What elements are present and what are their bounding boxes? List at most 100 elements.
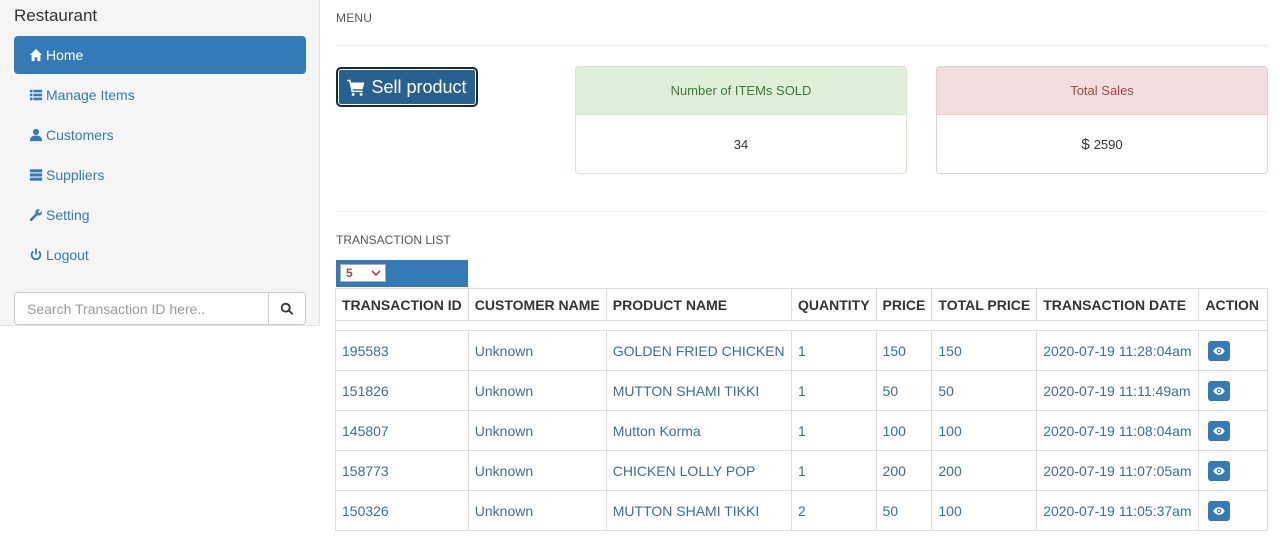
table-spacer-row — [335, 320, 1268, 331]
sidebar-item-customers[interactable]: Customers — [14, 116, 306, 154]
table-toolbar: 5 — [336, 260, 468, 287]
customer-name-cell: Unknown — [467, 450, 607, 491]
total-sales-value: 2590 — [1093, 136, 1123, 152]
total-sales-panel: Total Sales $ 2590 — [936, 66, 1268, 174]
eye-icon — [1213, 346, 1225, 355]
transaction-list-title: TRANSACTION LIST — [336, 233, 451, 247]
action-cell — [1198, 410, 1268, 451]
total-price-cell: 100 — [931, 410, 1038, 451]
items-sold-heading: Number of ITEMs SOLD — [576, 67, 906, 115]
table-row: 151826 Unknown MUTTON SHAMI TIKKI 1 50 50 2020… — [335, 370, 1268, 411]
view-transaction-button[interactable] — [1208, 460, 1231, 481]
sell-product-label: Sell product — [371, 76, 467, 97]
price-cell: 100 — [875, 410, 933, 451]
column-header: ACTION — [1198, 288, 1268, 321]
page-size-select[interactable]: 5 — [340, 264, 386, 282]
table-header-row: TRANSACTION ID CUSTOMER NAME PRODUCT NAM… — [335, 288, 1268, 321]
sidebar-item-setting[interactable]: Setting — [14, 196, 306, 234]
quantity-cell: 1 — [790, 410, 877, 451]
divider — [336, 45, 1268, 46]
transaction-table: TRANSACTION ID CUSTOMER NAME PRODUCT NAM… — [335, 288, 1268, 531]
transaction-id-cell[interactable]: 151826 — [335, 370, 469, 411]
transaction-date-cell: 2020-07-19 11:11:49am — [1036, 370, 1200, 411]
action-cell — [1198, 330, 1268, 371]
eye-icon — [1213, 466, 1225, 475]
items-sold-value: 34 — [733, 136, 749, 152]
search-group — [14, 292, 306, 325]
column-header: TRANSACTION ID — [335, 288, 469, 321]
power-icon — [29, 248, 43, 262]
action-cell — [1198, 370, 1268, 411]
eye-icon — [1213, 426, 1225, 435]
product-name-cell: GOLDEN FRIED CHICKEN — [605, 330, 792, 371]
divider — [336, 211, 1268, 212]
sidebar-item-label: Manage Items — [46, 87, 135, 103]
total-sales-body: $ 2590 — [937, 115, 1267, 173]
total-price-cell: 200 — [931, 450, 1038, 491]
transaction-id-cell[interactable]: 195583 — [335, 330, 469, 371]
brand-title: Restaurant — [14, 6, 98, 25]
sidebar-item-label: Logout — [46, 247, 89, 263]
search-button[interactable] — [268, 292, 306, 325]
sidebar-nav: Home Manage Items Customers Suppliers Se… — [14, 36, 306, 276]
price-cell: 50 — [875, 370, 933, 411]
transaction-id-cell[interactable]: 158773 — [335, 450, 469, 491]
transaction-date-cell: 2020-07-19 11:07:05am — [1036, 450, 1200, 491]
view-transaction-button[interactable] — [1208, 340, 1231, 361]
price-cell: 200 — [875, 450, 933, 491]
table-row: 158773 Unknown CHICKEN LOLLY POP 1 200 200 202… — [335, 450, 1268, 491]
sidebar-item-suppliers[interactable]: Suppliers — [14, 156, 306, 194]
column-header: PRICE — [875, 288, 933, 321]
sidebar-item-label: Setting — [46, 207, 90, 223]
quantity-cell: 1 — [790, 450, 877, 491]
transaction-id-cell[interactable]: 150326 — [335, 490, 469, 531]
column-header: QUANTITY — [790, 288, 877, 321]
sidebar-item-label: Customers — [46, 127, 114, 143]
table-row: 150326 Unknown MUTTON SHAMI TIKKI 2 50 100 202… — [335, 490, 1268, 531]
cart-icon — [347, 78, 365, 96]
eye-icon — [1213, 506, 1225, 515]
column-header: PRODUCT NAME — [605, 288, 792, 321]
sidebar-item-label: Suppliers — [46, 167, 105, 183]
price-cell: 150 — [875, 330, 933, 371]
table-row: 145807 Unknown Mutton Korma 1 100 100 2020-07-… — [335, 410, 1268, 451]
table-row: 195583 Unknown GOLDEN FRIED CHICKEN 1 150 150… — [335, 330, 1268, 371]
total-sales-heading: Total Sales — [937, 67, 1267, 115]
view-transaction-button[interactable] — [1208, 380, 1231, 401]
action-cell — [1198, 490, 1268, 531]
sidebar-item-home[interactable]: Home — [14, 36, 306, 74]
sidebar-item-label: Home — [46, 47, 84, 63]
chevron-down-icon — [371, 270, 381, 277]
column-header: TRANSACTION DATE — [1036, 288, 1200, 321]
quantity-cell: 1 — [790, 370, 877, 411]
view-transaction-button[interactable] — [1208, 500, 1231, 521]
sell-product-button[interactable]: Sell product — [336, 67, 478, 107]
sidebar-item-logout[interactable]: Logout — [14, 236, 306, 274]
wrench-icon — [29, 208, 43, 222]
product-name-cell: Mutton Korma — [605, 410, 792, 451]
transaction-date-cell: 2020-07-19 11:28:04am — [1036, 330, 1200, 371]
transaction-date-cell: 2020-07-19 11:08:04am — [1036, 410, 1200, 451]
list-icon — [29, 88, 43, 102]
price-cell: 50 — [875, 490, 933, 531]
sidebar-item-manage-items[interactable]: Manage Items — [14, 76, 306, 114]
view-transaction-button[interactable] — [1208, 420, 1231, 441]
quantity-cell: 1 — [790, 330, 877, 371]
items-sold-panel: Number of ITEMs SOLD 34 — [575, 66, 907, 174]
column-header: CUSTOMER NAME — [467, 288, 607, 321]
product-name-cell: MUTTON SHAMI TIKKI — [605, 370, 792, 411]
total-price-cell: 50 — [931, 370, 1038, 411]
transaction-date-cell: 2020-07-19 11:05:37am — [1036, 490, 1200, 531]
product-name-cell: CHICKEN LOLLY POP — [605, 450, 792, 491]
page-size-value: 5 — [346, 266, 353, 280]
customer-name-cell: Unknown — [467, 490, 607, 531]
total-price-cell: 100 — [931, 490, 1038, 531]
search-input[interactable] — [14, 292, 268, 325]
total-price-cell: 150 — [931, 330, 1038, 371]
sidebar: Restaurant Home Manage Items Customers S… — [0, 0, 320, 326]
customer-name-cell: Unknown — [467, 370, 607, 411]
customer-name-cell: Unknown — [467, 410, 607, 451]
eye-icon — [1213, 386, 1225, 395]
transaction-id-cell[interactable]: 145807 — [335, 410, 469, 451]
currency-symbol: $ — [1081, 135, 1090, 153]
